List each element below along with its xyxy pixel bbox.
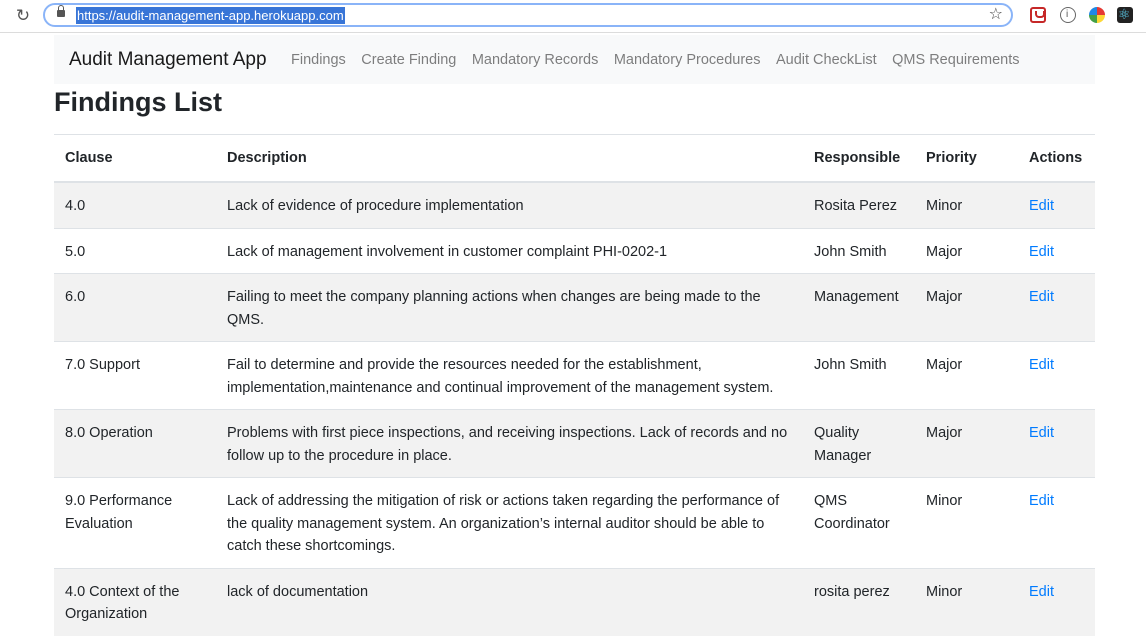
priority-cell: Major xyxy=(915,341,1018,410)
column-header-priority: Priority xyxy=(915,134,1018,183)
priority-cell: Minor xyxy=(915,181,1018,228)
clause-cell: 7.0 Support xyxy=(54,341,216,410)
actions-cell: Edit xyxy=(1018,341,1095,410)
edit-link[interactable]: Edit xyxy=(1029,357,1054,373)
reload-icon[interactable]: ↻ xyxy=(12,5,34,27)
edit-link[interactable]: Edit xyxy=(1029,244,1054,260)
actions-cell: Edit xyxy=(1018,477,1095,568)
nav-link-create-finding[interactable]: Create Finding xyxy=(361,50,456,70)
table-row: 7.0 Support Fail to determine and provid… xyxy=(54,341,1095,410)
navbar: Audit Management App Findings Create Fin… xyxy=(54,35,1095,84)
clause-cell: 4.0 Context of the Organization xyxy=(54,567,216,636)
column-header-actions: Actions xyxy=(1018,134,1095,183)
responsible-cell: Quality Manager xyxy=(803,409,915,478)
description-cell: Lack of addressing the mitigation of ris… xyxy=(216,477,803,568)
edit-link[interactable]: Edit xyxy=(1029,584,1054,600)
info-extension-icon[interactable] xyxy=(1060,7,1076,23)
nav-link-mandatory-procedures[interactable]: Mandatory Procedures xyxy=(614,50,761,70)
responsible-cell: QMS Coordinator xyxy=(803,477,915,568)
table-row: 8.0 Operation Problems with first piece … xyxy=(54,409,1095,478)
clause-cell: 4.0 xyxy=(54,181,216,228)
priority-cell: Major xyxy=(915,409,1018,478)
actions-cell: Edit xyxy=(1018,227,1095,274)
edit-link[interactable]: Edit xyxy=(1029,289,1054,305)
priority-cell: Major xyxy=(915,227,1018,274)
priority-cell: Minor xyxy=(915,477,1018,568)
page-title: Findings List xyxy=(54,87,222,117)
responsible-cell: Management xyxy=(803,273,915,342)
react-devtools-icon[interactable] xyxy=(1117,4,1133,24)
clause-cell: 6.0 xyxy=(54,273,216,342)
description-cell: Lack of evidence of procedure implementa… xyxy=(216,181,803,228)
actions-cell: Edit xyxy=(1018,273,1095,342)
edit-link[interactable]: Edit xyxy=(1029,493,1054,509)
table-row: 4.0 Context of the Organization lack of … xyxy=(54,567,1095,636)
actions-cell: Edit xyxy=(1018,567,1095,636)
description-cell: Fail to determine and provide the resour… xyxy=(216,341,803,410)
findings-table: Clause Description Responsible Priority … xyxy=(54,134,1095,636)
clause-cell: 8.0 Operation xyxy=(54,409,216,478)
nav-link-findings[interactable]: Findings xyxy=(291,50,346,70)
nav-link-qms-requirements[interactable]: QMS Requirements xyxy=(892,50,1019,70)
address-bar[interactable]: https://audit-management-app.herokuapp.c… xyxy=(43,3,1013,27)
edit-link[interactable]: Edit xyxy=(1029,425,1054,441)
edit-link[interactable]: Edit xyxy=(1029,198,1054,214)
lock-icon xyxy=(57,5,65,17)
column-header-responsible: Responsible xyxy=(803,134,915,183)
pocket-extension-icon[interactable] xyxy=(1030,7,1046,23)
column-header-description: Description xyxy=(216,134,803,183)
nav-links: Findings Create Finding Mandatory Record… xyxy=(291,50,1030,70)
actions-cell: Edit xyxy=(1018,181,1095,228)
nav-link-audit-checklist[interactable]: Audit CheckList xyxy=(776,50,877,70)
table-row: 6.0 Failing to meet the company planning… xyxy=(54,273,1095,342)
description-cell: Problems with first piece inspections, a… xyxy=(216,409,803,478)
color-extension-icon[interactable] xyxy=(1089,7,1105,23)
table-header-row: Clause Description Responsible Priority … xyxy=(54,134,1095,183)
actions-cell: Edit xyxy=(1018,409,1095,478)
clause-cell: 5.0 xyxy=(54,227,216,274)
url-text[interactable]: https://audit-management-app.herokuapp.c… xyxy=(76,7,345,24)
priority-cell: Minor xyxy=(915,567,1018,636)
responsible-cell: John Smith xyxy=(803,227,915,274)
browser-toolbar: ↻ https://audit-management-app.herokuapp… xyxy=(0,0,1146,33)
responsible-cell: John Smith xyxy=(803,341,915,410)
description-cell: Lack of management involvement in custom… xyxy=(216,227,803,274)
nav-link-mandatory-records[interactable]: Mandatory Records xyxy=(472,50,599,70)
responsible-cell: rosita perez xyxy=(803,567,915,636)
table-row: 5.0 Lack of management involvement in cu… xyxy=(54,227,1095,274)
priority-cell: Major xyxy=(915,273,1018,342)
column-header-clause: Clause xyxy=(54,134,216,183)
responsible-cell: Rosita Perez xyxy=(803,181,915,228)
clause-cell: 9.0 Performance Evaluation xyxy=(54,477,216,568)
description-cell: lack of documentation xyxy=(216,567,803,636)
navbar-brand[interactable]: Audit Management App xyxy=(69,48,267,72)
description-cell: Failing to meet the company planning act… xyxy=(216,273,803,342)
bookmark-star-icon[interactable]: ☆ xyxy=(989,5,1003,25)
table-row: 4.0 Lack of evidence of procedure implem… xyxy=(54,181,1095,228)
table-row: 9.0 Performance Evaluation Lack of addre… xyxy=(54,477,1095,568)
